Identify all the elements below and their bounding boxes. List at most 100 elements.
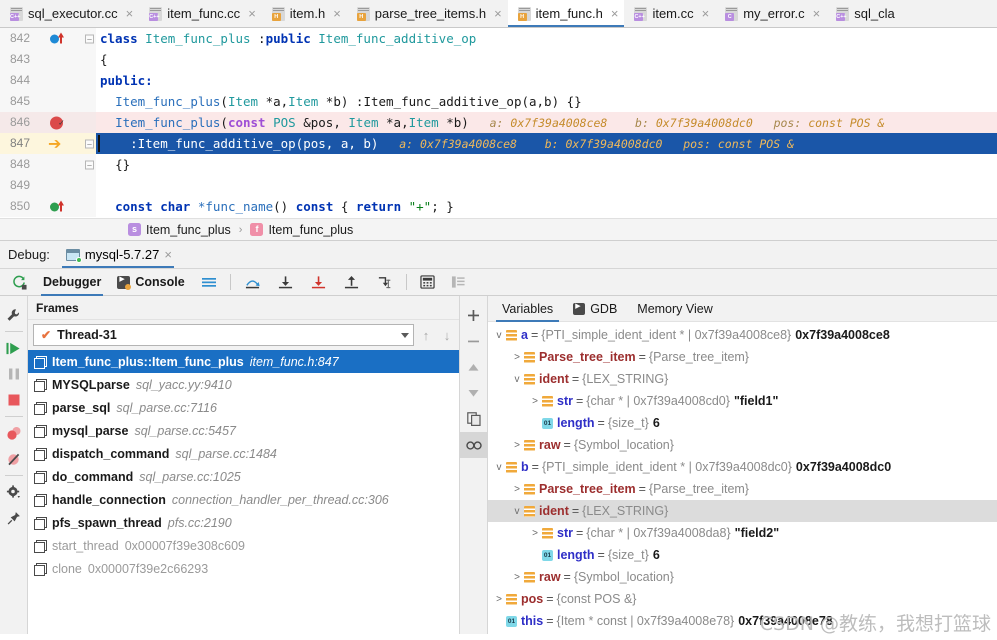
- settings-wrench-icon[interactable]: [0, 302, 28, 328]
- frame-row-5[interactable]: do_command sql_parse.cc:1025: [28, 465, 459, 488]
- editor-tab-parse_tree_items-h[interactable]: H parse_tree_items.h ×: [347, 0, 508, 27]
- code-editor[interactable]: 842 – class Item_func_plus :public Item_…: [0, 28, 997, 218]
- fold-column[interactable]: [84, 175, 96, 196]
- layout-settings-icon[interactable]: [193, 268, 225, 296]
- expand-toggle-icon[interactable]: >: [510, 440, 524, 451]
- breadcrumb-item-function[interactable]: Item_func_plus: [268, 223, 353, 237]
- fold-collapse-icon[interactable]: –: [85, 34, 94, 43]
- variable-row-a[interactable]: v a = {PTI_simple_ident_ident * | 0x7f39…: [488, 324, 997, 346]
- close-tab-icon[interactable]: ×: [699, 6, 710, 21]
- thread-dropdown[interactable]: ✔ Thread-31: [33, 324, 414, 346]
- frame-row-6[interactable]: handle_connection connection_handler_per…: [28, 488, 459, 511]
- fold-collapse-icon[interactable]: –: [85, 160, 94, 169]
- tab-variables[interactable]: Variables: [492, 296, 563, 322]
- close-session-icon[interactable]: ×: [164, 247, 172, 262]
- variables-tree[interactable]: v a = {PTI_simple_ident_ident * | 0x7f39…: [488, 322, 997, 634]
- variable-row-str-b[interactable]: > str = {char * | 0x7f39a4008da8} "field…: [488, 522, 997, 544]
- step-into-icon[interactable]: [269, 268, 302, 296]
- close-tab-icon[interactable]: ×: [608, 6, 619, 21]
- code-line-846[interactable]: 846 Item_func_plus(const POS &pos, Item …: [0, 112, 997, 134]
- rerun-debug-icon[interactable]: [4, 268, 35, 296]
- fold-column[interactable]: [84, 112, 96, 133]
- variable-row-this[interactable]: 01 this = {Item * const | 0x7f39a4008e78…: [488, 610, 997, 632]
- chevron-down-icon[interactable]: [401, 332, 409, 338]
- resume-program-icon[interactable]: [0, 335, 28, 361]
- editor-gutter[interactable]: [36, 196, 84, 217]
- editor-gutter[interactable]: [36, 154, 84, 175]
- evaluate-expression-icon[interactable]: [412, 268, 443, 296]
- debug-session-tab[interactable]: mysql-5.7.27 ×: [58, 241, 178, 268]
- code-line-849[interactable]: 849: [0, 175, 997, 196]
- code-line-843[interactable]: 843 {: [0, 49, 997, 70]
- step-out-icon[interactable]: [335, 268, 368, 296]
- variable-row-raw-b[interactable]: > raw = {Symbol_location}: [488, 566, 997, 588]
- add-watch-icon[interactable]: [460, 302, 488, 328]
- frame-row-0[interactable]: Item_func_plus::Item_func_plus item_func…: [28, 350, 459, 373]
- show-values-inline-icon[interactable]: [443, 268, 474, 296]
- pause-program-icon[interactable]: [0, 361, 28, 387]
- tab-memory-view[interactable]: Memory View: [627, 296, 722, 322]
- expand-toggle-icon[interactable]: >: [528, 396, 542, 407]
- editor-gutter[interactable]: [36, 70, 84, 91]
- code-line-842[interactable]: 842 – class Item_func_plus :public Item_…: [0, 28, 997, 49]
- variable-row-length-b[interactable]: 01 length = {size_t} 6: [488, 544, 997, 566]
- close-tab-icon[interactable]: ×: [810, 6, 821, 21]
- code-line-845[interactable]: 845 Item_func_plus(Item *a,Item *b) :Ite…: [0, 91, 997, 112]
- tab-console[interactable]: Console: [109, 268, 192, 296]
- frame-row-1[interactable]: MYSQLparse sql_yacc.yy:9410: [28, 373, 459, 396]
- variable-row-pos[interactable]: > pos = {const POS &}: [488, 588, 997, 610]
- frame-row-2[interactable]: parse_sql sql_parse.cc:7116: [28, 396, 459, 419]
- expand-toggle-icon[interactable]: v: [510, 374, 524, 385]
- editor-tab-item-cc[interactable]: C++ item.cc ×: [624, 0, 715, 27]
- variable-row-ident-a[interactable]: v ident = {LEX_STRING}: [488, 368, 997, 390]
- mute-breakpoints-icon[interactable]: [0, 446, 28, 472]
- remove-watch-icon[interactable]: [460, 328, 488, 354]
- force-step-into-icon[interactable]: [302, 268, 335, 296]
- expand-toggle-icon[interactable]: >: [510, 484, 524, 495]
- fold-column[interactable]: –: [84, 133, 96, 154]
- frame-row-3[interactable]: mysql_parse sql_parse.cc:5457: [28, 419, 459, 442]
- frames-list[interactable]: Item_func_plus::Item_func_plus item_func…: [28, 350, 459, 634]
- code-line-844[interactable]: 844 public:: [0, 70, 997, 91]
- editor-gutter[interactable]: [36, 49, 84, 70]
- step-over-icon[interactable]: [236, 268, 269, 296]
- editor-tab-sql_cla[interactable]: C++ sql_cla: [826, 0, 900, 27]
- variable-row-b[interactable]: v b = {PTI_simple_ident_ident * | 0x7f39…: [488, 456, 997, 478]
- fold-column[interactable]: –: [84, 28, 96, 49]
- editor-gutter[interactable]: [36, 112, 84, 134]
- expand-toggle-icon[interactable]: v: [492, 330, 506, 341]
- code-line-847[interactable]: 847 ➔ – :Item_func_additive_op(pos, a, b…: [0, 133, 997, 154]
- fold-collapse-icon[interactable]: –: [85, 139, 94, 148]
- editor-gutter[interactable]: ➔: [36, 133, 84, 154]
- variable-row-str-a[interactable]: > str = {char * | 0x7f39a4008cd0} "field…: [488, 390, 997, 412]
- close-tab-icon[interactable]: ×: [491, 6, 502, 21]
- editor-tab-item-h[interactable]: H item.h ×: [262, 0, 347, 27]
- frame-row-9[interactable]: clone 0x00007f39e2c66293: [28, 557, 459, 580]
- fold-column[interactable]: [84, 49, 96, 70]
- editor-gutter[interactable]: [36, 175, 84, 196]
- variable-row-parse-tree-item-b[interactable]: > Parse_tree_item = {Parse_tree_item}: [488, 478, 997, 500]
- expand-toggle-icon[interactable]: >: [510, 352, 524, 363]
- editor-tab-item_func-h[interactable]: H item_func.h ×: [507, 0, 625, 27]
- watches-icon[interactable]: [459, 432, 488, 458]
- variable-row-length-a[interactable]: 01 length = {size_t} 6: [488, 412, 997, 434]
- editor-tab-sql_executor-cc[interactable]: C++ sql_executor.cc ×: [0, 0, 139, 27]
- variable-row-raw-a[interactable]: > raw = {Symbol_location}: [488, 434, 997, 456]
- expand-toggle-icon[interactable]: >: [492, 594, 506, 605]
- tab-debugger[interactable]: Debugger: [35, 268, 109, 296]
- close-tab-icon[interactable]: ×: [123, 6, 134, 21]
- settings-gear-icon[interactable]: [0, 479, 28, 505]
- variable-row-ident-b[interactable]: v ident = {LEX_STRING}: [488, 500, 997, 522]
- variable-row-parse-tree-item-a[interactable]: > Parse_tree_item = {Parse_tree_item}: [488, 346, 997, 368]
- editor-gutter[interactable]: [36, 91, 84, 112]
- editor-tab-item_func-cc[interactable]: C++ item_func.cc ×: [139, 0, 262, 27]
- overridden-method-icon[interactable]: [50, 32, 64, 44]
- editor-tab-my_error-c[interactable]: C my_error.c ×: [715, 0, 826, 27]
- run-to-cursor-icon[interactable]: [368, 268, 401, 296]
- code-line-850[interactable]: 850 const char *func_name() const { retu…: [0, 196, 997, 217]
- pin-tab-icon[interactable]: [0, 505, 28, 531]
- fold-column[interactable]: [84, 196, 96, 217]
- tab-gdb[interactable]: GDB: [563, 296, 627, 322]
- expand-toggle-icon[interactable]: >: [510, 572, 524, 583]
- overriding-method-icon[interactable]: [50, 200, 64, 212]
